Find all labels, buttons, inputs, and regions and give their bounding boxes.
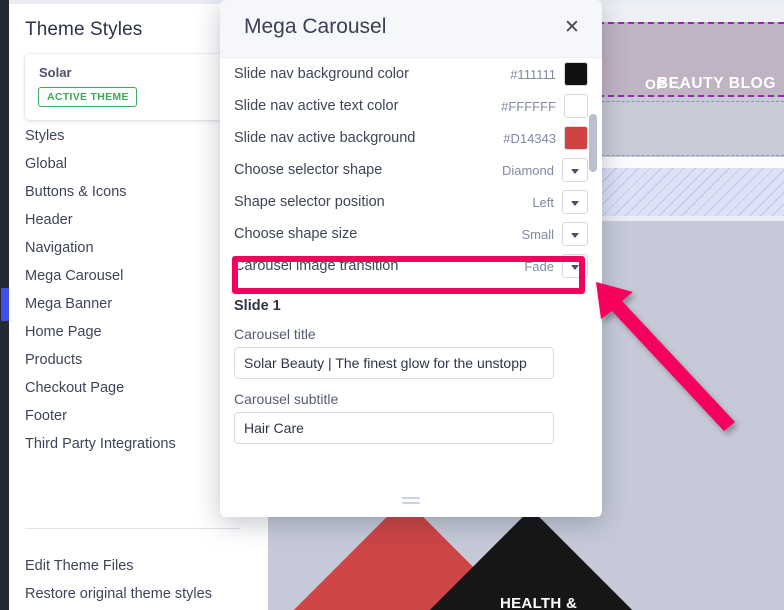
- setting-value: Diamond: [501, 162, 554, 178]
- carousel-subtitle-input[interactable]: Hair Care: [234, 412, 554, 444]
- sidebar-divider: [25, 528, 240, 529]
- page-title: Theme Styles: [25, 19, 143, 40]
- setting-value: #111111: [510, 66, 556, 82]
- preview-nav-beauty-blog[interactable]: BEAUTY BLOG: [657, 75, 776, 93]
- dialog-scrollbar-thumb[interactable]: [589, 114, 597, 172]
- setting-label: Choose shape size: [234, 226, 358, 242]
- dialog-resize-handle[interactable]: [402, 497, 420, 505]
- setting-label: Shape selector position: [234, 194, 385, 210]
- dialog-header: Mega Carousel ✕: [220, 0, 602, 58]
- setting-row-carousel-image-transition[interactable]: Carousel image transition Fade: [234, 250, 588, 282]
- carousel-title-input[interactable]: Solar Beauty | The finest glow for the u…: [234, 347, 554, 379]
- setting-value: Small: [521, 226, 554, 242]
- chevron-down-icon[interactable]: [562, 254, 588, 278]
- setting-row-slide-nav-active-text-color[interactable]: Slide nav active text color #FFFFFF: [234, 90, 588, 122]
- setting-row-slide-nav-active-background[interactable]: Slide nav active background #D14343: [234, 122, 588, 154]
- dialog-body: Slide nav background color #111111 Slide…: [220, 58, 602, 496]
- setting-label: Choose selector shape: [234, 162, 383, 178]
- setting-row-choose-selector-shape[interactable]: Choose selector shape Diamond: [234, 154, 588, 186]
- color-swatch[interactable]: [564, 94, 588, 118]
- carousel-slide-label: HEALTH &: [500, 595, 578, 610]
- setting-value: Left: [532, 194, 554, 210]
- setting-value: #FFFFFF: [501, 98, 556, 114]
- carousel-subtitle-label: Carousel subtitle: [234, 391, 339, 407]
- setting-value: Fade: [524, 258, 554, 274]
- close-icon[interactable]: ✕: [560, 17, 584, 41]
- theme-name: Solar: [39, 65, 72, 80]
- mega-carousel-dialog: Mega Carousel ✕ Slide nav background col…: [220, 0, 602, 517]
- setting-row-slide-nav-background-color[interactable]: Slide nav background color #111111: [234, 58, 588, 90]
- setting-label: Slide nav background color: [234, 66, 409, 82]
- sidebar-item-restore-original-theme-styles[interactable]: Restore original theme styles: [9, 580, 268, 608]
- setting-row-shape-selector-position[interactable]: Shape selector position Left: [234, 186, 588, 218]
- carousel-title-label: Carousel title: [234, 326, 316, 342]
- slide-section-heading: Slide 1: [234, 298, 281, 314]
- color-swatch[interactable]: [564, 126, 588, 150]
- dialog-scrollbar[interactable]: [589, 62, 597, 492]
- sidebar-item-edit-theme-files[interactable]: Edit Theme Files: [9, 552, 268, 580]
- setting-row-choose-shape-size[interactable]: Choose shape size Small: [234, 218, 588, 250]
- setting-value: #D14343: [503, 130, 556, 146]
- setting-label: Slide nav active text color: [234, 98, 399, 114]
- app-nav-rail: [0, 0, 9, 610]
- status-badge: ACTIVE THEME: [38, 87, 137, 107]
- color-swatch[interactable]: [564, 62, 588, 86]
- dialog-title: Mega Carousel: [244, 15, 387, 38]
- setting-label: Slide nav active background: [234, 130, 416, 146]
- chevron-down-icon[interactable]: [562, 222, 588, 246]
- sidebar-footer-list: Edit Theme Files Restore original theme …: [9, 552, 268, 608]
- setting-label: Carousel image transition: [234, 258, 399, 274]
- chevron-down-icon[interactable]: [562, 158, 588, 182]
- chevron-down-icon[interactable]: [562, 190, 588, 214]
- app-rail-active-indicator: [1, 288, 9, 321]
- screen-root: Theme Styles Solar ACTIVE THEME Styles G…: [0, 0, 784, 610]
